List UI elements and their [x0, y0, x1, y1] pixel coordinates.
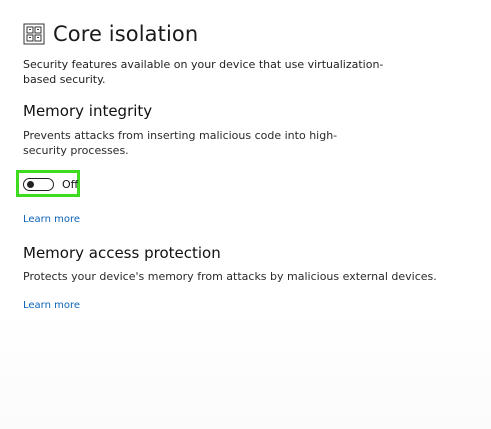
memory-integrity-toggle-state: Off: [62, 177, 79, 191]
page-header: Core isolation: [23, 19, 198, 49]
background-shade: [0, 305, 491, 429]
memory-integrity-learn-more-link[interactable]: Learn more: [23, 214, 80, 225]
memory-integrity-toggle-row: Off: [23, 176, 78, 192]
memory-access-protection-learn-more-link[interactable]: Learn more: [23, 300, 80, 311]
toggle-knob: [27, 180, 34, 188]
core-isolation-page: Core isolation Security features availab…: [0, 0, 491, 429]
page-description: Security features available on your devi…: [23, 58, 384, 86]
memory-integrity-toggle[interactable]: [23, 177, 54, 191]
core-isolation-chip-icon: [23, 23, 45, 45]
memory-integrity-description: Prevents attacks from inserting maliciou…: [23, 129, 338, 157]
memory-integrity-heading: Memory integrity: [23, 102, 153, 120]
memory-access-protection-heading: Memory access protection: [23, 244, 221, 262]
memory-access-protection-description: Protects your device's memory from attac…: [23, 270, 437, 283]
page-title: Core isolation: [53, 22, 199, 46]
